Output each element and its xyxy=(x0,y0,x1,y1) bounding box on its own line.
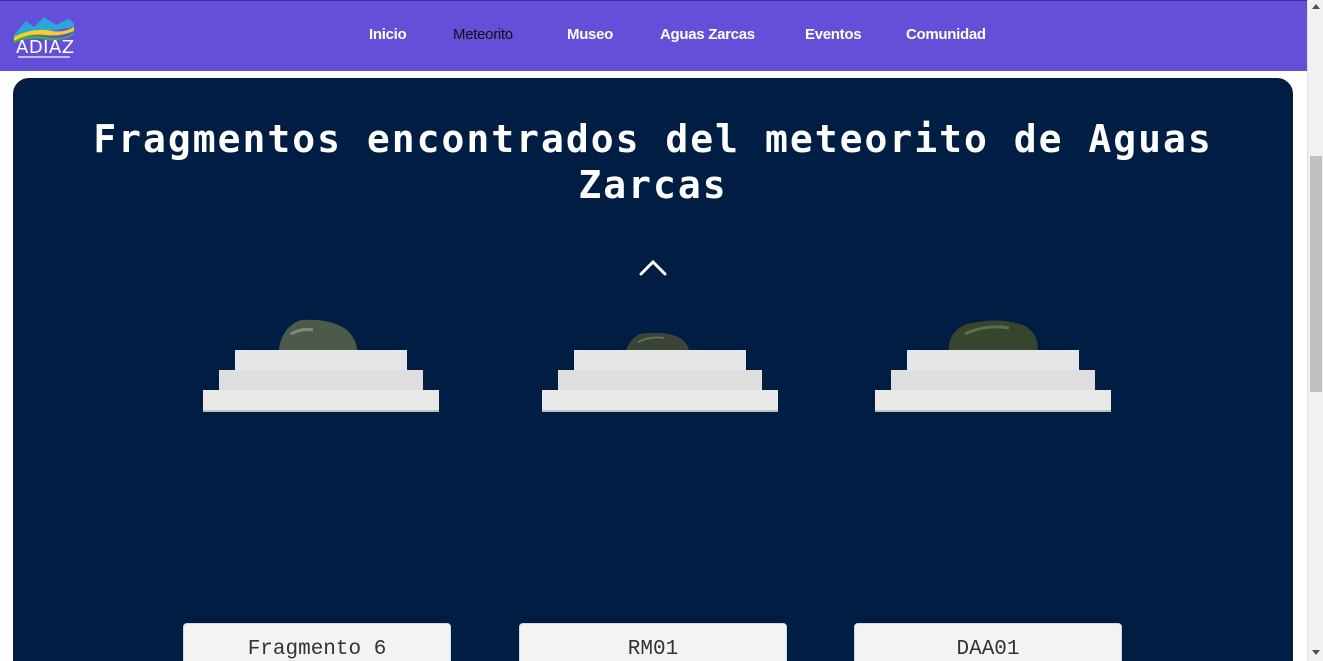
nav-item-comunidad[interactable]: Comunidad xyxy=(906,26,986,43)
page: ADIAZ Inicio Meteorito Museo Aguas Zarca… xyxy=(0,0,1307,661)
main-nav: Inicio Meteorito Museo Aguas Zarcas Even… xyxy=(0,1,1307,71)
nav-item-meteorito[interactable]: Meteorito xyxy=(453,26,513,43)
top-navbar: ADIAZ Inicio Meteorito Museo Aguas Zarca… xyxy=(0,0,1307,71)
chevron-up-icon[interactable] xyxy=(639,258,667,278)
nav-item-inicio[interactable]: Inicio xyxy=(369,26,407,43)
fragment-6-image[interactable] xyxy=(201,300,441,418)
fragment-label-rm01[interactable]: RM01 xyxy=(519,623,787,661)
page-title: Fragmentos encontrados del meteorito de … xyxy=(93,117,1213,207)
fragment-daa01-image[interactable] xyxy=(873,300,1113,418)
fragment-rm01-image[interactable] xyxy=(540,300,780,418)
fragment-label-fragmento-6[interactable]: Fragmento 6 xyxy=(183,623,451,661)
nav-item-aguas-zarcas[interactable]: Aguas Zarcas xyxy=(660,26,755,43)
scroll-down-arrow-icon[interactable] xyxy=(1312,650,1320,655)
scroll-up-arrow-icon[interactable] xyxy=(1312,4,1320,9)
vertical-scrollbar[interactable] xyxy=(1307,0,1323,661)
nav-item-museo[interactable]: Museo xyxy=(567,26,613,43)
nav-item-eventos[interactable]: Eventos xyxy=(805,26,862,43)
scrollbar-thumb[interactable] xyxy=(1310,156,1322,392)
fragment-label-daa01[interactable]: DAA01 xyxy=(854,623,1122,661)
fragments-section: Fragmentos encontrados del meteorito de … xyxy=(11,76,1295,661)
